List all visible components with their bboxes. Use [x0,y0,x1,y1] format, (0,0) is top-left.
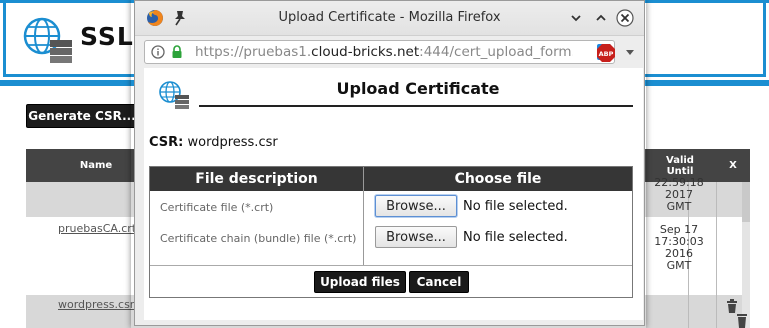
certificate-file-status: No file selected. [463,199,568,214]
chevron-up-icon [596,14,606,21]
column-header-file-description: File description [195,171,318,187]
address-bar[interactable]: https://pruebas1.cloud-bricks.net:444/ce… [144,40,615,64]
chain-file-status: No file selected. [463,230,568,245]
upload-form: File description Choose file Certificate… [149,166,633,298]
column-header-choose-file: Choose file [454,171,542,187]
site-info-icon[interactable] [151,45,165,59]
csr-info: CSR: wordpress.csr [149,135,278,150]
browse-chain-button[interactable]: Browse... [375,226,457,248]
trash-icon[interactable] [737,312,747,328]
table-scrollbar-thumb[interactable] [742,182,750,222]
url-suffix: :444/cert_upload_form.p [419,44,573,60]
upload-files-button[interactable]: Upload files [314,271,406,293]
maximize-button[interactable] [592,9,610,27]
firefox-popup-window: Upload Certificate - Mozilla Firefox htt… [134,0,645,326]
column-divider [363,167,364,265]
valid-until-value: Sep 17 17:30:03 2016 GMT [654,223,704,272]
close-icon [616,9,634,27]
form-footer-rule [150,265,632,266]
generate-csr-button[interactable]: Generate CSR... [26,104,138,128]
browse-certificate-button[interactable]: Browse... [375,195,457,217]
window-titlebar[interactable]: Upload Certificate - Mozilla Firefox [135,1,644,36]
csr-link[interactable]: wordpress.csr [58,298,134,311]
ssl-logo-icon [23,17,72,63]
close-window-button[interactable] [616,9,634,27]
dialog-heading: Upload Certificate [336,79,500,98]
heading-rule [199,105,633,107]
column-header-close: X [729,160,737,171]
trash-icon[interactable] [726,299,738,313]
upload-table-header: File description Choose file [150,167,632,191]
certificate-globe-icon [159,81,189,109]
url-prefix: https://pruebas1. [195,44,312,60]
adblock-plus-icon[interactable]: ABP [596,43,616,63]
chain-file-label: Certificate chain (bundle) file (*.crt) [160,232,357,245]
csr-value: wordpress.csr [187,135,278,150]
dropdown-arrow-icon[interactable] [625,47,635,57]
column-divider [716,182,717,328]
minimize-button[interactable] [567,9,585,27]
popup-content: Upload Certificate CSR: wordpress.csr Fi… [144,68,643,320]
lock-icon[interactable] [171,45,183,59]
adblock-label: ABP [599,50,614,58]
chevron-down-icon [571,15,581,22]
csr-label: CSR: [149,135,184,150]
certificate-file-label: Certificate file (*.crt) [160,201,274,214]
url-host: cloud-bricks.net [311,44,420,60]
certificate-link[interactable]: pruebasCA.crt [58,222,136,235]
url-text[interactable]: https://pruebas1.cloud-bricks.net:444/ce… [195,44,573,60]
valid-until-value: 22:59:18 2017 GMT [654,176,704,213]
cancel-button[interactable]: Cancel [409,271,469,293]
